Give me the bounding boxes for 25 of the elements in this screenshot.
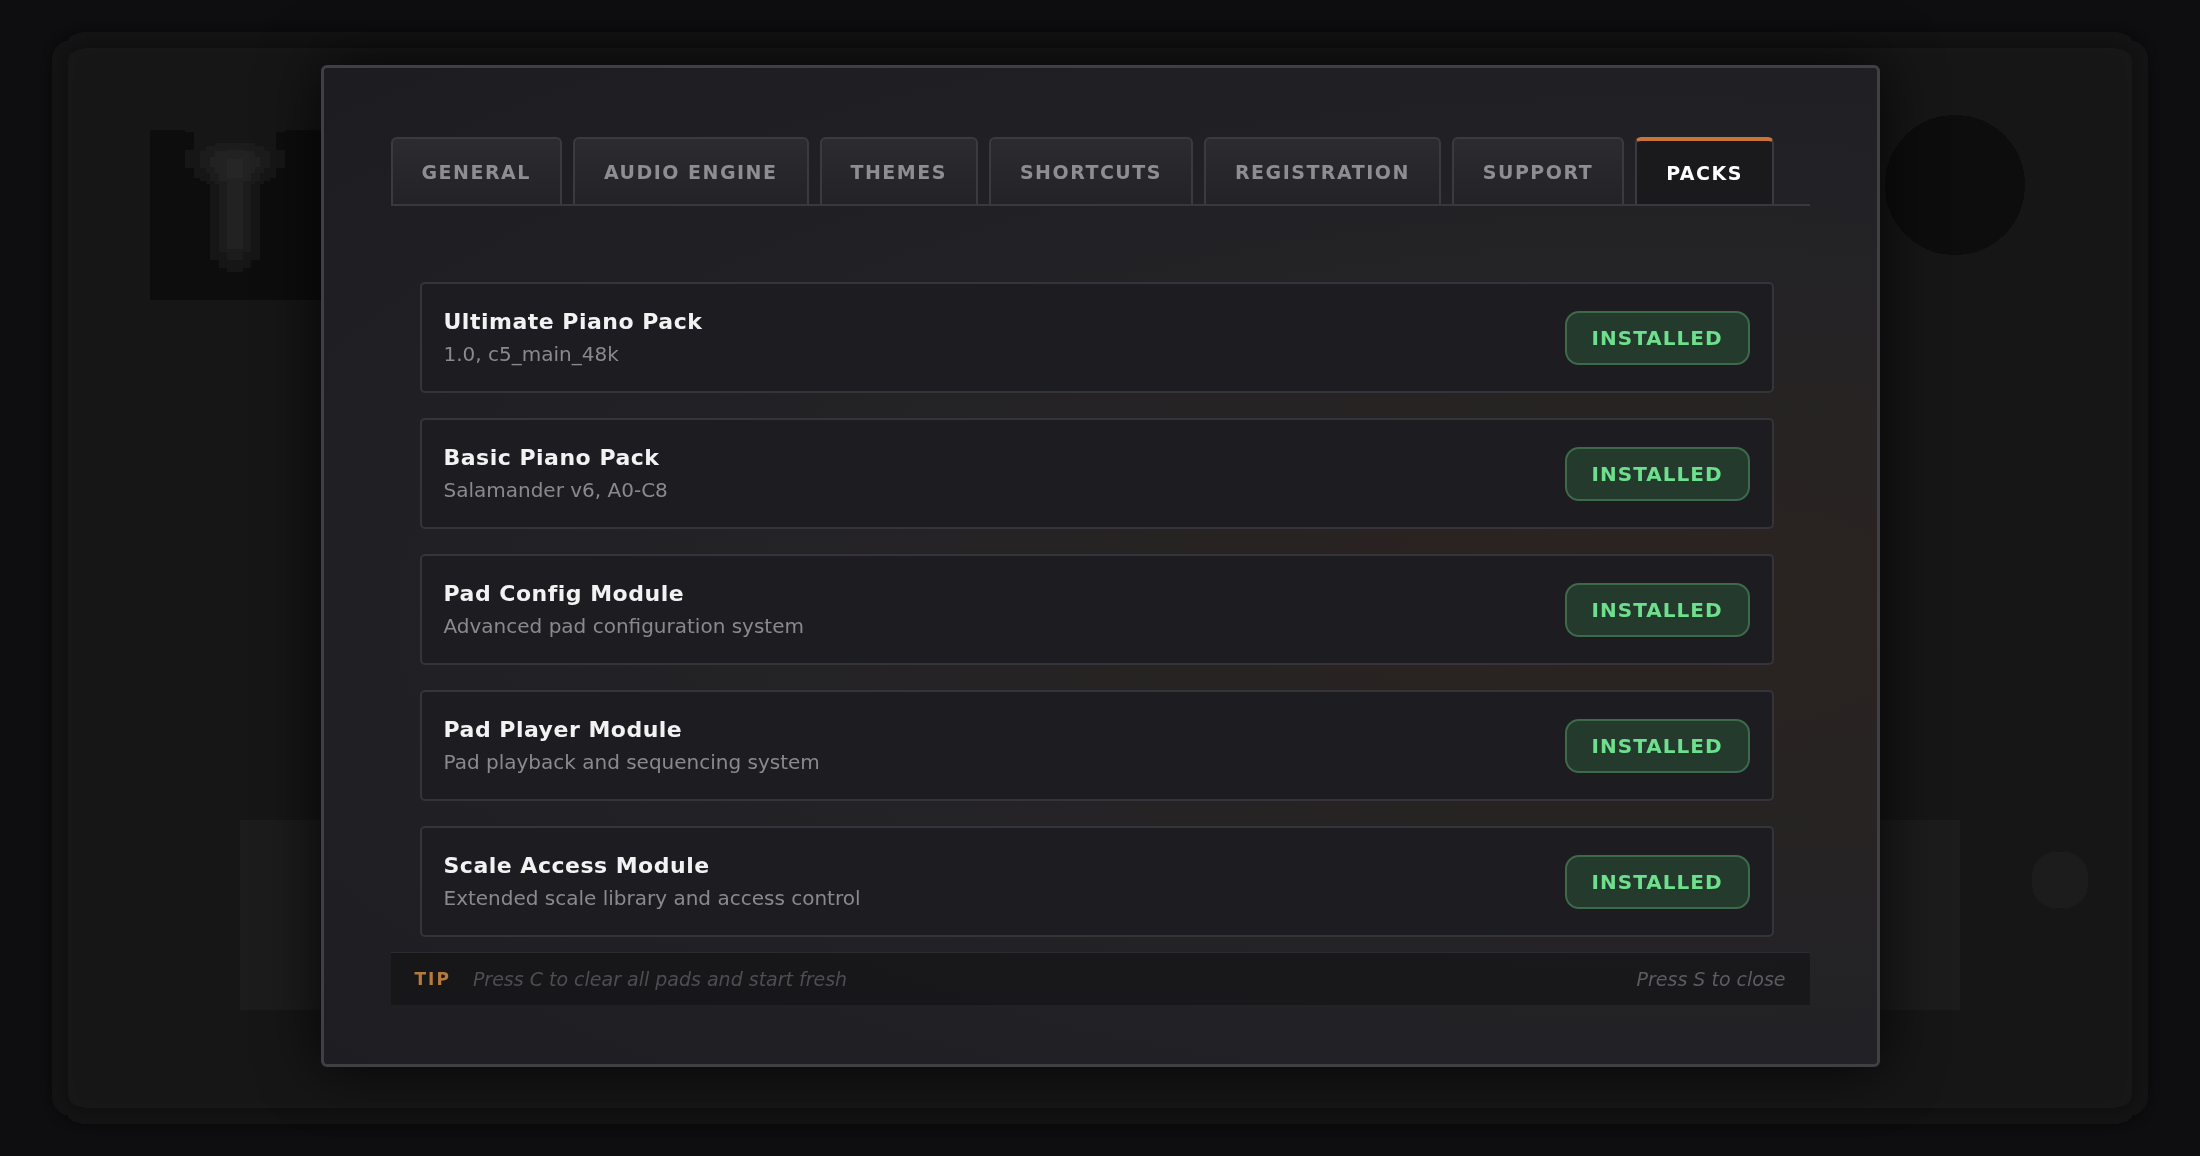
pack-name: Pad Player Module xyxy=(443,717,684,742)
tab[interactable]: REGISTRATION xyxy=(1203,137,1441,204)
pack-detail: Pad playback and sequencing system xyxy=(443,750,820,774)
pack-name: Basic Piano Pack xyxy=(443,445,661,470)
pack-detail: Extended scale library and access control xyxy=(443,886,861,910)
tip-label: TIP xyxy=(414,969,451,989)
pack-detail: 1.0, c5_main_48k xyxy=(443,342,620,366)
close-hint: Press S to close xyxy=(1636,968,1786,990)
installed-badge: INSTALLED xyxy=(1564,310,1750,365)
installed-badge: INSTALLED xyxy=(1564,718,1750,773)
tab[interactable]: AUDIO ENGINE xyxy=(572,137,809,204)
installed-badge: INSTALLED xyxy=(1564,446,1750,501)
installed-badge: INSTALLED xyxy=(1564,854,1750,909)
pack-name: Ultimate Piano Pack xyxy=(443,309,703,334)
tab[interactable]: SUPPORT xyxy=(1451,137,1625,204)
pack-name: Pad Config Module xyxy=(443,581,686,606)
tip-text: Press C to clear all pads and start fresh xyxy=(472,968,849,990)
tab[interactable]: PACKS xyxy=(1635,137,1774,204)
pack-detail: Salamander v6, A0-C8 xyxy=(443,478,668,502)
pack-name: Scale Access Module xyxy=(443,853,711,878)
installed-badge: INSTALLED xyxy=(1564,582,1750,637)
tab[interactable]: THEMES xyxy=(819,137,978,204)
tab[interactable]: GENERAL xyxy=(390,137,562,204)
pack-detail: Advanced pad configuration system xyxy=(443,614,804,638)
tab[interactable]: SHORTCUTS xyxy=(988,137,1193,204)
